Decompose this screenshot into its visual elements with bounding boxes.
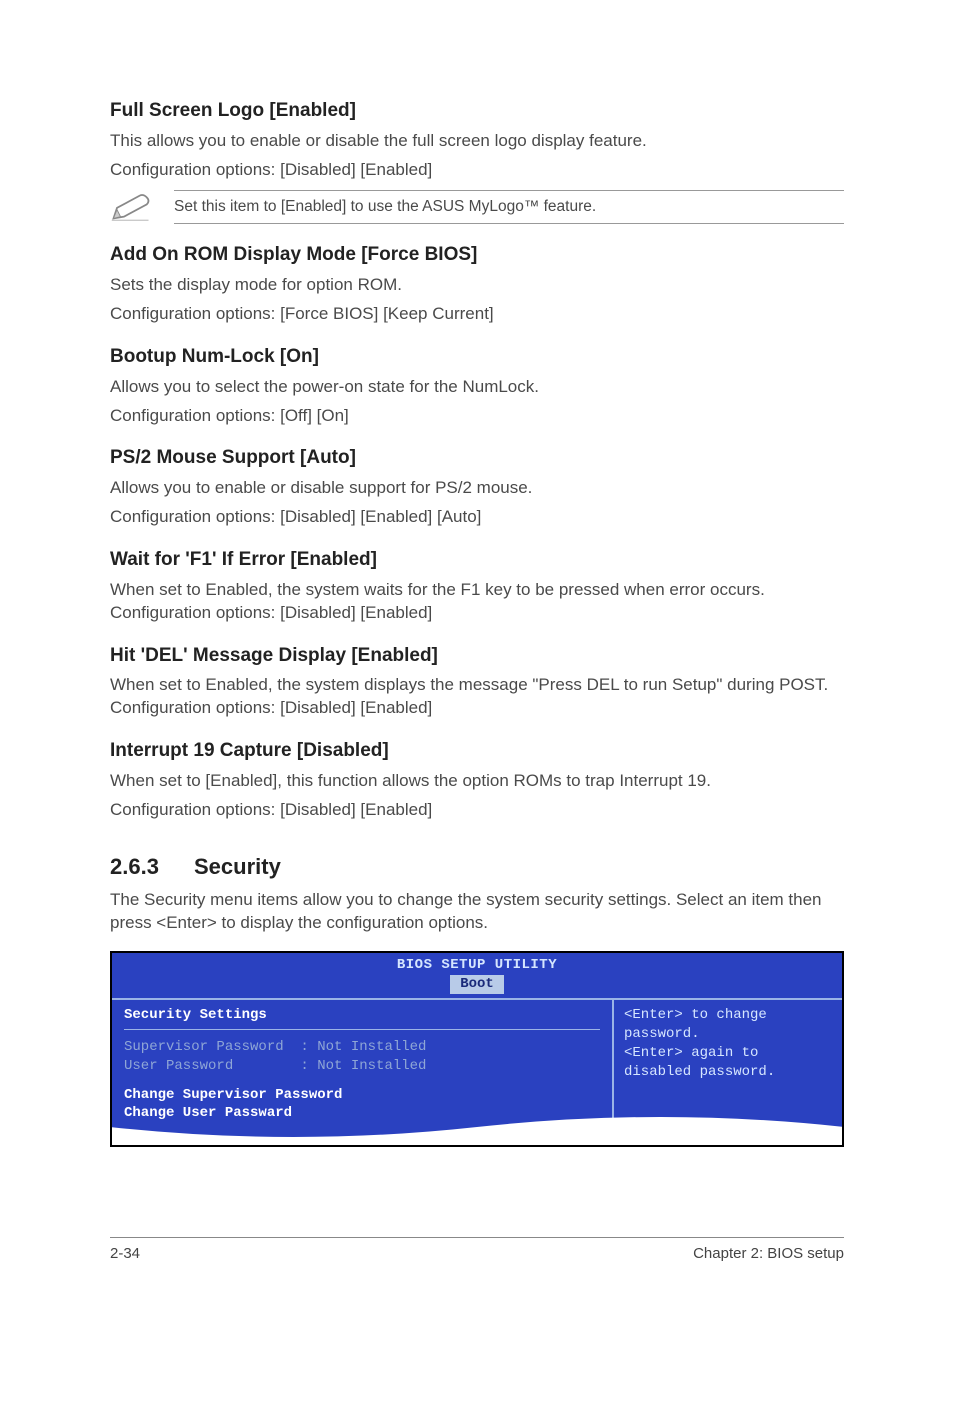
body-text: This allows you to enable or disable the…: [110, 130, 844, 153]
heading-numlock: Bootup Num-Lock [On]: [110, 344, 844, 370]
footer-divider: [110, 1237, 844, 1238]
bios-help-text: <Enter> to change password. <Enter> agai…: [624, 1006, 832, 1082]
body-text: Allows you to enable or disable support …: [110, 477, 844, 500]
bios-row-supervisor: Supervisor Password : Not Installed: [124, 1038, 600, 1057]
note-row: Set this item to [Enabled] to use the AS…: [110, 190, 844, 225]
bios-screenshot: BIOS SETUP UTILITY Boot Security Setting…: [110, 951, 844, 1147]
heading-fullscreen: Full Screen Logo [Enabled]: [110, 98, 844, 124]
heading-ps2: PS/2 Mouse Support [Auto]: [110, 445, 844, 471]
bios-item-change-user[interactable]: Change User Passward: [124, 1104, 600, 1123]
body-text: Allows you to select the power-on state …: [110, 376, 844, 399]
heading-int19: Interrupt 19 Capture [Disabled]: [110, 738, 844, 764]
body-text: When set to Enabled, the system displays…: [110, 674, 844, 720]
body-text: When set to [Enabled], this function all…: [110, 770, 844, 793]
heading-addonrom: Add On ROM Display Mode [Force BIOS]: [110, 242, 844, 268]
body-text: Configuration options: [Disabled] [Enabl…: [110, 159, 844, 182]
body-text: Configuration options: [Disabled] [Enabl…: [110, 506, 844, 529]
section-number: 2.6.3: [110, 852, 194, 882]
bios-help-pane: <Enter> to change password. <Enter> agai…: [614, 1000, 842, 1145]
chapter-label: Chapter 2: BIOS setup: [693, 1244, 844, 1264]
body-text: When set to Enabled, the system waits fo…: [110, 579, 844, 625]
page-number: 2-34: [110, 1244, 140, 1264]
bios-tab-row: Boot: [112, 975, 842, 998]
section-title: Security: [194, 854, 281, 879]
bios-heading: Security Settings: [124, 1006, 600, 1025]
note-text: Set this item to [Enabled] to use the AS…: [174, 190, 844, 225]
page-footer: 2-34 Chapter 2: BIOS setup: [110, 1244, 844, 1264]
body-text: Configuration options: [Force BIOS] [Kee…: [110, 303, 844, 326]
section-heading-security: 2.6.3Security: [110, 852, 844, 882]
body-text: Sets the display mode for option ROM.: [110, 274, 844, 297]
body-text: The Security menu items allow you to cha…: [110, 889, 844, 935]
bios-title: BIOS SETUP UTILITY: [112, 953, 842, 975]
bios-left-pane: Security Settings Supervisor Password : …: [112, 1000, 614, 1145]
pencil-note-icon: [110, 192, 152, 222]
heading-waitf1: Wait for 'F1' If Error [Enabled]: [110, 547, 844, 573]
bios-item-change-supervisor[interactable]: Change Supervisor Password: [124, 1086, 600, 1105]
body-text: Configuration options: [Disabled] [Enabl…: [110, 799, 844, 822]
bios-tab-boot[interactable]: Boot: [450, 975, 504, 994]
heading-del: Hit 'DEL' Message Display [Enabled]: [110, 643, 844, 669]
body-text: Configuration options: [Off] [On]: [110, 405, 844, 428]
bios-row-user: User Password : Not Installed: [124, 1057, 600, 1076]
